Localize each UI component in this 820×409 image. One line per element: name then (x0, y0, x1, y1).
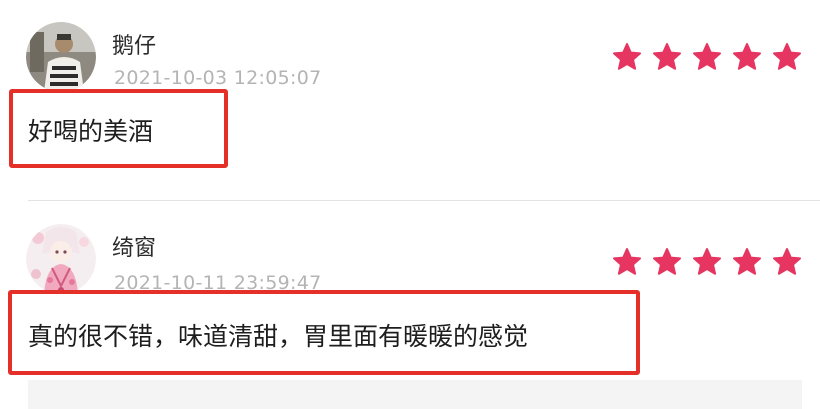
username[interactable]: 绮窗 (112, 230, 156, 262)
star-icon (773, 43, 801, 70)
avatar[interactable] (26, 224, 96, 294)
star-icon (733, 43, 761, 70)
star-icon (733, 248, 761, 275)
review-timestamp: 2021-10-03 12:05:07 (114, 67, 322, 89)
star-icon (653, 43, 681, 70)
username[interactable]: 鹅仔 (112, 28, 156, 60)
star-icon (773, 248, 801, 275)
anime-illustration-avatar (26, 224, 96, 294)
next-review-panel (28, 380, 802, 409)
review-list: 鹅仔 2021-10-03 12:05:07 好喝的美酒 绮窗 2021-10-… (0, 0, 820, 409)
star-icon (653, 248, 681, 275)
star-icon (693, 248, 721, 275)
star-icon (613, 43, 641, 70)
star-rating (612, 247, 804, 277)
review-item: 绮窗 2021-10-11 23:59:47 真的很不错，味道清甜，胃里面有暖暖… (0, 200, 820, 409)
user-photo-avatar (26, 22, 96, 92)
review-comment: 好喝的美酒 (28, 117, 154, 146)
star-icon (693, 43, 721, 70)
review-item: 鹅仔 2021-10-03 12:05:07 好喝的美酒 (0, 0, 820, 200)
review-comment: 真的很不错，味道清甜，胃里面有暖暖的感觉 (28, 322, 529, 351)
star-icon (613, 248, 641, 275)
star-rating (612, 42, 804, 72)
avatar[interactable] (26, 22, 96, 92)
